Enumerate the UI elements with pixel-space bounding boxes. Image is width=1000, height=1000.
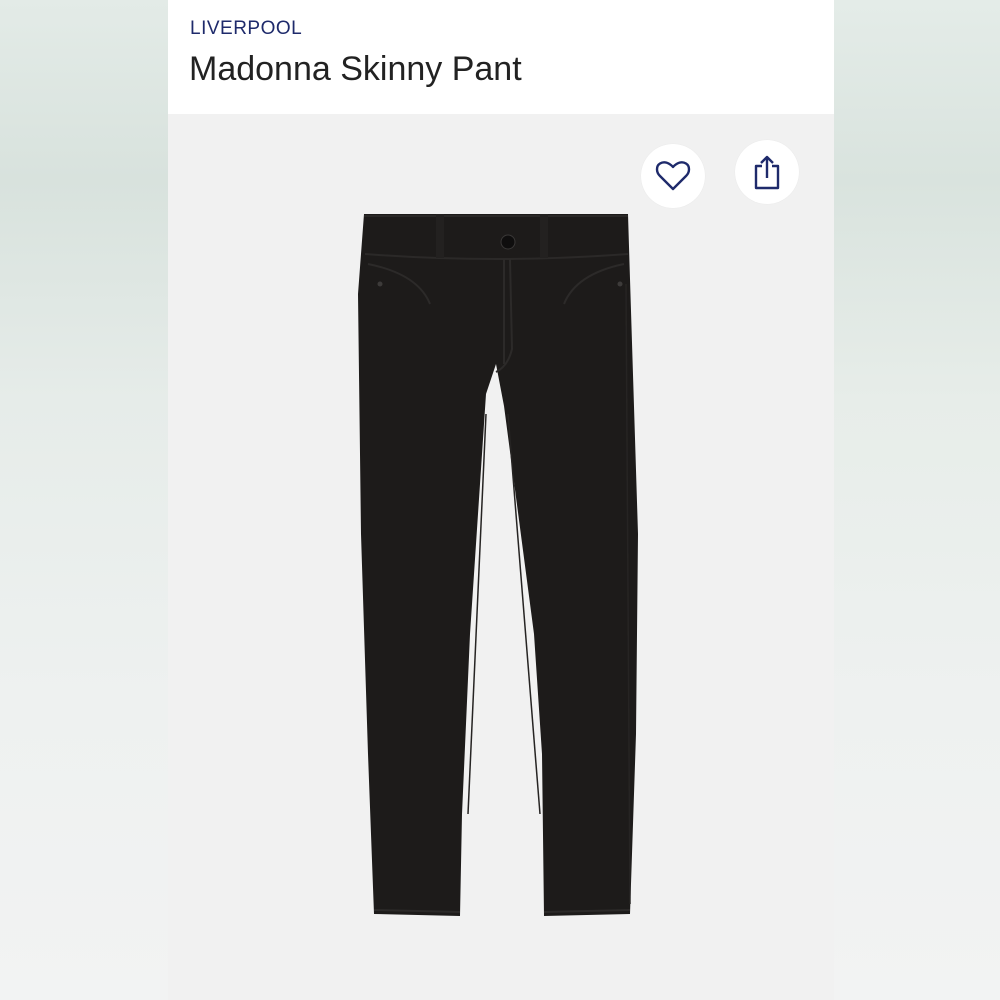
background-left xyxy=(0,0,168,1000)
product-title: Madonna Skinny Pant xyxy=(189,50,522,88)
heart-icon xyxy=(655,161,691,191)
pants-illustration xyxy=(358,214,638,916)
page: LIVERPOOL Madonna Skinny Pant xyxy=(0,0,1000,1000)
background-right xyxy=(834,0,1000,1000)
pants-body xyxy=(358,214,638,916)
product-header: LIVERPOOL Madonna Skinny Pant xyxy=(168,0,834,114)
favorite-button[interactable] xyxy=(641,144,705,208)
belt-loop-left xyxy=(436,214,444,258)
rivet-right xyxy=(617,281,623,287)
share-button[interactable] xyxy=(735,140,799,204)
belt-loop-right xyxy=(540,214,548,258)
product-card: LIVERPOOL Madonna Skinny Pant xyxy=(168,0,834,1000)
share-icon xyxy=(754,155,780,190)
brand-name[interactable]: LIVERPOOL xyxy=(190,18,302,40)
rivet-left xyxy=(377,281,383,287)
product-image[interactable] xyxy=(168,114,834,1000)
waist-button xyxy=(500,234,516,250)
